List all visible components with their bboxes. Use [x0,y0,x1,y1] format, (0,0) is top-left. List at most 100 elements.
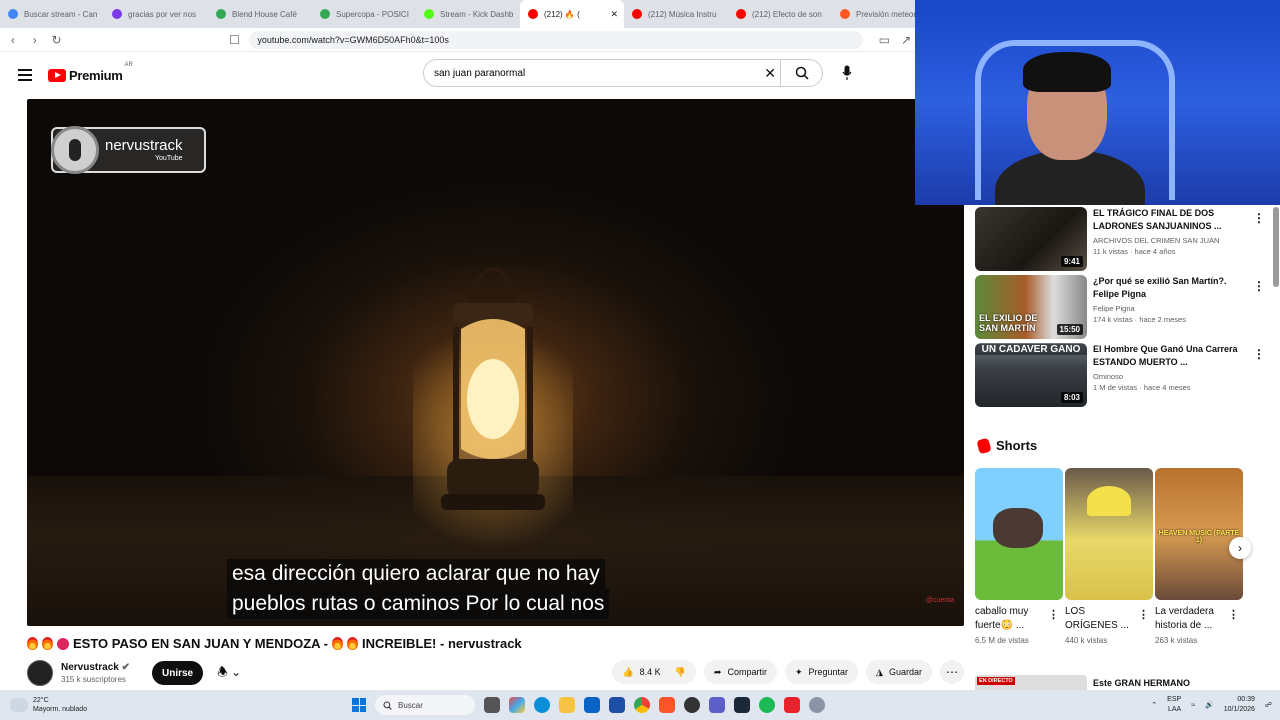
rec-channel[interactable]: Ominoso [1093,372,1243,381]
browser-tab[interactable]: Previsión meteor [832,0,915,28]
short-thumbnail[interactable] [975,468,1063,600]
save-button[interactable]: ◮ Guardar [866,660,932,684]
clear-search-icon[interactable]: ✕ [764,65,776,82]
shorts-next-arrow-icon[interactable]: › [1229,537,1251,559]
sidebar-scrollbar[interactable] [1272,205,1280,690]
browser-tab[interactable]: (212) Música Instru [624,0,728,28]
thumbs-down-icon[interactable]: 👎 [675,667,686,678]
rec-channel[interactable]: Felipe Pigna [1093,304,1243,313]
share-page-icon[interactable]: ↗ [897,33,915,47]
rec-title[interactable]: ¿Por qué se exilió San Martín?. Felipe P… [1093,275,1243,301]
file-explorer-icon[interactable] [559,697,575,713]
more-options-icon[interactable]: ⋮ [1253,211,1265,225]
volume-icon[interactable]: 🔊 [1205,701,1214,709]
video-thumbnail[interactable]: EL EXILIO DE SAN MARTÍN 15:50 [975,275,1087,339]
live-title[interactable]: Este GRAN HERMANO [1093,678,1190,688]
search-box: ✕ [423,59,823,87]
more-options-icon[interactable]: ⋮ [1253,347,1265,361]
bell-icon[interactable]: 🕭 ⌄ [217,663,241,684]
voice-search-icon[interactable] [838,61,856,85]
url-field[interactable]: youtube.com/watch?v=GWM6D50AFh0&t=100s [249,30,864,49]
join-button[interactable]: Unirse [151,661,204,685]
recommendation-item[interactable]: EL EXILIO DE SAN MARTÍN 15:50 ¿Por qué s… [975,275,1265,339]
teams-icon[interactable] [709,697,725,713]
captions: esa dirección quiero aclarar que no hay … [227,559,610,619]
brave-icon[interactable] [659,697,675,713]
clock[interactable]: 00:39 10/1/2026 [1224,695,1255,715]
notifications-icon[interactable]: ☍ [1265,701,1272,709]
thumbs-up-icon[interactable]: 👍 [622,667,633,678]
ask-button[interactable]: ✦ Preguntar [784,660,859,684]
short-title[interactable]: La verdadera historia de ... [1155,605,1229,633]
windows-start-icon[interactable] [352,698,366,712]
red-circle-icon [57,637,69,650]
browser-tab-bar: Buscar stream - Can gracias por ver nos Bl… [0,0,915,28]
browser-tab[interactable]: Stream - Kick Dashb [416,0,520,28]
tab-favicon-icon [736,9,746,19]
rec-title[interactable]: EL TRÁGICO FINAL DE DOS LADRONES SANJUAN… [1093,207,1243,233]
bookmark-icon[interactable]: ☐ [225,33,243,47]
weather-widget[interactable]: 22°C Mayorm. nublado [10,696,87,714]
youtube-logo[interactable]: Premium AR [48,62,133,83]
more-actions-icon[interactable]: ⋯ [940,660,964,684]
chrome-icon[interactable] [634,697,650,713]
short-title[interactable]: caballo muy fuerte😳 ... [975,605,1049,633]
like-dislike-button[interactable]: 👍 8.4 K 👎 [612,660,696,684]
recommendation-item[interactable]: UN CADAVER GANO 8:03 El Hombre Que Ganó … [975,343,1265,407]
copilot-icon[interactable] [509,697,525,713]
live-recommendation[interactable]: EN DIRECTO Este GRAN HERMANO [975,675,1190,690]
search-button[interactable] [780,60,822,86]
more-options-icon[interactable]: ⋮ [1228,608,1239,621]
browser-tab[interactable]: Supercopa - POSICI [312,0,416,28]
steam-icon[interactable] [734,697,750,713]
edge-icon[interactable] [534,697,550,713]
outlook-icon[interactable] [584,697,600,713]
live-thumbnail[interactable]: EN DIRECTO [975,675,1087,690]
channel-watermark: nervustrack YouTube [51,126,206,174]
cast-icon[interactable]: ▭ [875,33,893,47]
tray-expand-icon[interactable]: ⌃ [1151,701,1157,709]
short-title[interactable]: LOS ORÍGENES ... [1065,605,1139,633]
cloud-icon [10,698,28,712]
back-icon[interactable]: ‹ [4,33,22,47]
browser-tab[interactable]: (212) 🔥 (✕ [520,0,624,28]
spotify-icon[interactable] [759,697,775,713]
short-thumbnail[interactable] [1065,468,1153,600]
close-tab-icon[interactable]: ✕ [610,9,618,20]
browser-tab[interactable]: Blend House Café [208,0,312,28]
browser-tab[interactable]: Buscar stream - Can [0,0,104,28]
short-thumbnail[interactable]: HEAVEN MUSIC (PARTE 1) [1155,468,1243,600]
bookmark-save-icon: ◮ [876,666,883,677]
windows-taskbar: 22°C Mayorm. nublado Buscar ⌃ ESP LAA ≈ 🔊 [0,690,1280,720]
short-item[interactable]: LOS ORÍGENES ... 440 k vistas ⋮ [1065,468,1153,645]
browser-tab[interactable]: (212) Efecto de son [728,0,832,28]
reload-icon[interactable]: ↻ [48,33,66,47]
app-icon[interactable] [784,697,800,713]
language-indicator[interactable]: ESP LAA [1167,695,1181,715]
video-thumbnail[interactable]: 9:41 [975,207,1087,271]
short-item[interactable]: caballo muy fuerte😳 ... 6.5 M de vistas … [975,468,1063,645]
taskbar-search[interactable]: Buscar [375,695,475,715]
tab-label: Stream - Kick Dashb [440,9,514,19]
rec-title[interactable]: El Hombre Que Ganó Una Carrera ESTANDO M… [1093,343,1243,369]
more-options-icon[interactable]: ⋮ [1048,608,1059,621]
browser-tab[interactable]: gracias por ver nos [104,0,208,28]
task-view-icon[interactable] [484,697,500,713]
short-item[interactable]: HEAVEN MUSIC (PARTE 1) La verdadera hist… [1155,468,1243,645]
channel-name[interactable]: Nervustrack ✔ [61,662,130,673]
rec-channel[interactable]: ARCHIVOS DEL CRIMEN SAN JUAN [1093,236,1243,245]
search-input[interactable] [434,67,754,79]
menu-icon[interactable] [18,69,32,81]
obs-icon[interactable] [684,697,700,713]
channel-avatar[interactable] [27,660,53,686]
settings-icon[interactable] [809,697,825,713]
video-player[interactable]: nervustrack YouTube esa dirección quiero… [27,99,964,626]
video-thumbnail[interactable]: UN CADAVER GANO 8:03 [975,343,1087,407]
forward-icon[interactable]: › [26,33,44,47]
share-button[interactable]: ➦ Compartir [703,660,777,684]
recommendation-item[interactable]: 9:41 EL TRÁGICO FINAL DE DOS LADRONES SA… [975,207,1265,271]
store-icon[interactable] [609,697,625,713]
more-options-icon[interactable]: ⋮ [1138,608,1149,621]
more-options-icon[interactable]: ⋮ [1253,279,1265,293]
wifi-icon[interactable]: ≈ [1191,702,1195,709]
